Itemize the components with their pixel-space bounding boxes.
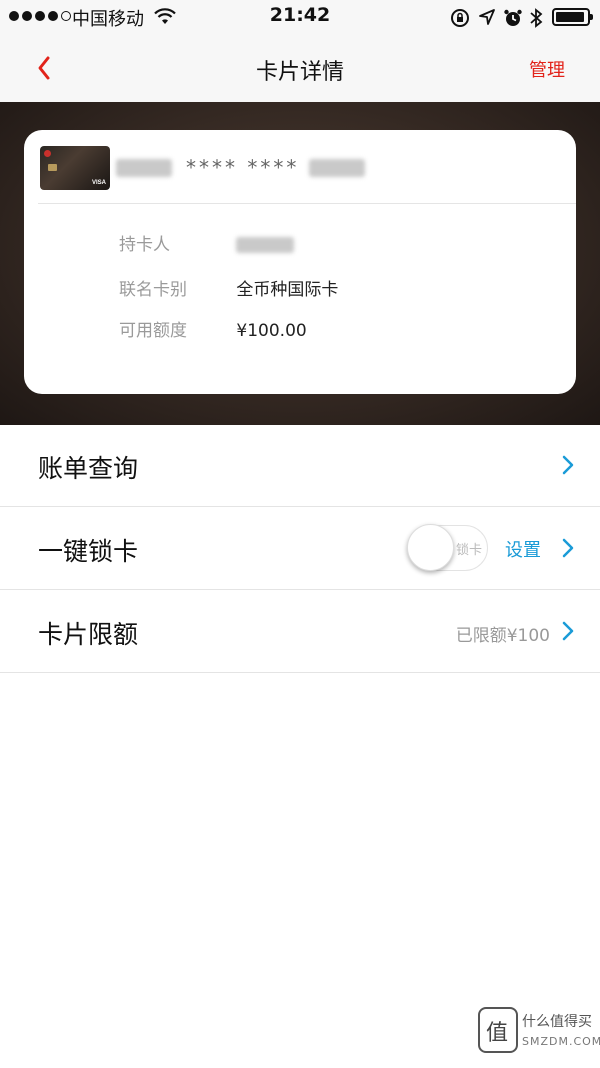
chevron-right-icon[interactable] xyxy=(562,538,574,558)
redacted-card-suffix xyxy=(309,158,366,177)
chevron-right-icon xyxy=(562,621,574,641)
lock-card-label: 一键锁卡 xyxy=(38,537,139,566)
card-type-row: 联名卡别 全币种国际卡 xyxy=(119,275,338,300)
divider xyxy=(38,203,576,204)
bill-query-label: 账单查询 xyxy=(38,454,139,483)
chevron-right-icon xyxy=(562,455,574,475)
cardholder-row: 持卡人 xyxy=(119,230,295,255)
status-bar: 中国移动 21:42 xyxy=(0,0,600,34)
watermark-name: 什么值得买 xyxy=(522,1014,592,1030)
redacted-card-prefix xyxy=(116,158,172,177)
card-number: **** **** xyxy=(116,154,366,180)
bank-logo-icon xyxy=(44,150,51,157)
smzdm-watermark: 值 什么值得买 SMZDM.COM xyxy=(478,1005,600,1063)
visa-logo: VISA xyxy=(91,180,106,186)
bluetooth-icon xyxy=(530,8,543,28)
available-credit-value: ¥100.00 xyxy=(236,321,307,341)
watermark-domain: SMZDM.COM xyxy=(522,1035,600,1048)
card-header-background: VISA **** **** 持卡人 联名卡别 全币种国际卡 可用额度 ¥100… xyxy=(0,102,600,425)
card-limit-row[interactable]: 卡片限额 已限额¥100 xyxy=(0,591,600,673)
card-limit-value: 已限额¥100 xyxy=(455,626,550,646)
watermark-badge-char: 值 xyxy=(486,1021,509,1046)
location-arrow-icon xyxy=(479,9,495,25)
redacted-cardholder-name xyxy=(236,237,295,253)
bill-query-row[interactable]: 账单查询 xyxy=(0,425,600,507)
card-type-value: 全币种国际卡 xyxy=(236,280,339,300)
battery-icon xyxy=(552,8,593,26)
cardholder-label: 持卡人 xyxy=(119,235,170,255)
lock-toggle-text: 锁卡 xyxy=(455,543,482,558)
credit-card-image: VISA xyxy=(40,146,110,190)
card-number-masked: **** **** xyxy=(186,155,300,180)
watermark-badge-icon: 值 xyxy=(478,1007,518,1053)
page-title: 卡片详情 xyxy=(255,60,344,85)
card-limit-label: 卡片限额 xyxy=(38,620,139,649)
alarm-clock-icon xyxy=(504,9,522,26)
card-detail-panel: VISA **** **** 持卡人 联名卡别 全币种国际卡 可用额度 ¥100… xyxy=(24,130,576,394)
orientation-lock-icon xyxy=(451,9,469,27)
manage-button[interactable]: 管理 xyxy=(529,56,565,82)
lock-settings-link[interactable]: 设置 xyxy=(505,536,541,562)
lock-card-row: 一键锁卡 锁卡 设置 xyxy=(0,508,600,590)
nav-bar: 卡片详情 管理 xyxy=(0,34,600,102)
card-chip-icon xyxy=(48,164,57,171)
card-type-label: 联名卡别 xyxy=(119,280,187,300)
lock-card-toggle[interactable]: 锁卡 xyxy=(407,524,488,571)
available-credit-label: 可用额度 xyxy=(119,321,187,341)
toggle-knob xyxy=(407,524,454,571)
available-credit-row: 可用额度 ¥100.00 xyxy=(119,316,307,341)
